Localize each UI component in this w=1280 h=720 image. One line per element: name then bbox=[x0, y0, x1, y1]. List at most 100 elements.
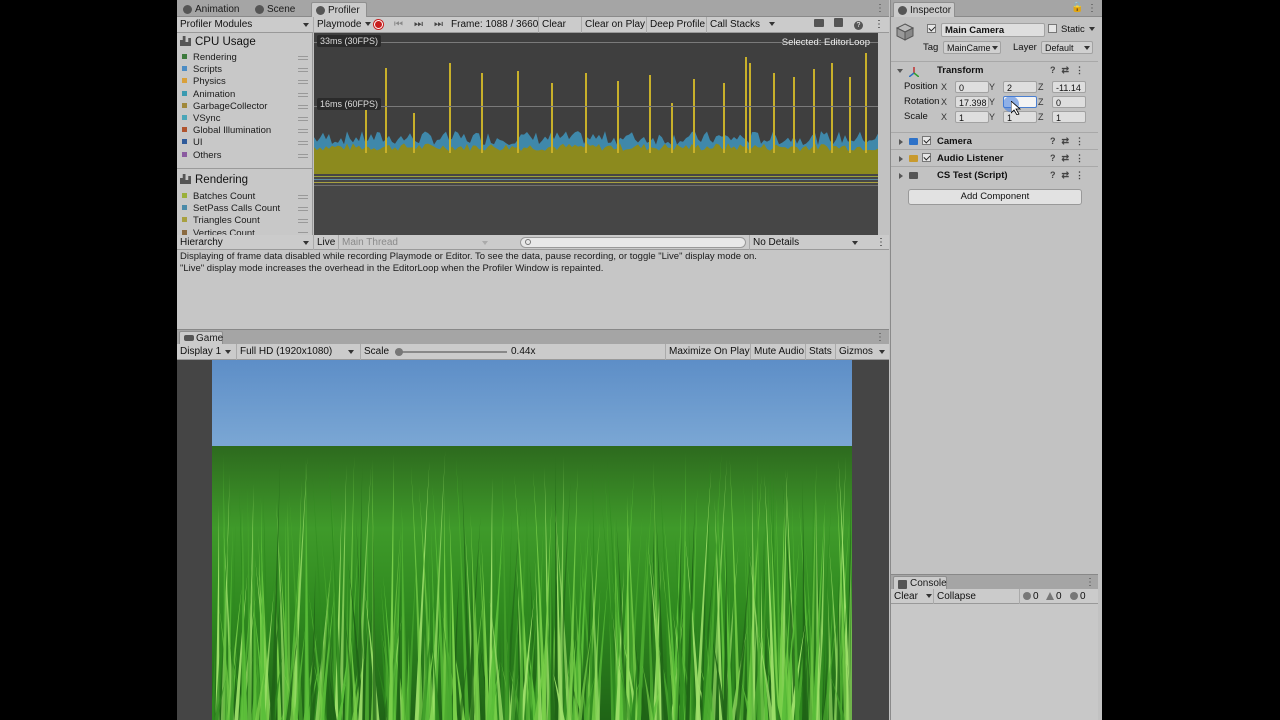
rotation-z-field[interactable]: 0 bbox=[1052, 96, 1086, 108]
module-item[interactable]: Vertices Count bbox=[182, 228, 255, 235]
component-header[interactable]: Audio Listener ?⇄⋮ bbox=[891, 149, 1098, 166]
drag-handle-icon[interactable] bbox=[298, 80, 308, 85]
game-menu-icon[interactable]: ⋮ bbox=[875, 333, 885, 343]
info-toggle[interactable]: 0 bbox=[1019, 589, 1042, 605]
x-axis-label[interactable]: X bbox=[941, 81, 947, 93]
drag-handle-icon[interactable] bbox=[298, 153, 308, 158]
transform-component-header[interactable]: Transform ?⇄⋮ bbox=[891, 61, 1098, 78]
profiler-modules-dropdown[interactable]: Profiler Modules bbox=[177, 17, 313, 33]
live-toggle[interactable]: Live bbox=[313, 235, 338, 251]
z-axis-label[interactable]: Z bbox=[1038, 111, 1044, 123]
save-button[interactable] bbox=[831, 17, 846, 33]
clear-button[interactable]: Clear bbox=[538, 17, 569, 33]
module-item[interactable]: VSync bbox=[182, 113, 220, 125]
component-actions[interactable]: ?⇄⋮ bbox=[1050, 150, 1090, 167]
component-header[interactable]: Camera ?⇄⋮ bbox=[891, 132, 1098, 149]
display-dropdown[interactable]: Display 1 bbox=[177, 344, 235, 360]
call-stacks-dropdown[interactable] bbox=[762, 17, 778, 33]
scale-slider-thumb[interactable] bbox=[395, 348, 403, 356]
tag-dropdown[interactable]: MainCame bbox=[943, 41, 1001, 54]
active-checkbox[interactable] bbox=[927, 24, 936, 35]
cpu-usage-module-header[interactable]: CPU Usage bbox=[180, 34, 256, 50]
x-axis-label[interactable]: X bbox=[941, 111, 947, 123]
component-enabled-checkbox[interactable] bbox=[922, 133, 931, 150]
warning-toggle[interactable]: 0 bbox=[1043, 589, 1065, 605]
component-header[interactable]: CS Test (Script) ?⇄⋮ bbox=[891, 166, 1098, 183]
position-z-field[interactable]: -11.14 bbox=[1052, 81, 1086, 93]
tab-game[interactable]: Game bbox=[179, 331, 223, 345]
rendering-graph[interactable] bbox=[314, 174, 878, 235]
next-frame-button[interactable]: ⏭ bbox=[411, 17, 426, 33]
module-item[interactable]: SetPass Calls Count bbox=[182, 203, 280, 215]
inspector-menu-icon[interactable]: ⋮ bbox=[1087, 4, 1097, 14]
search-input[interactable] bbox=[520, 237, 746, 248]
object-name-field[interactable]: Main Camera bbox=[941, 23, 1045, 37]
hierarchy-view-dropdown[interactable]: Hierarchy bbox=[177, 235, 313, 251]
drag-handle-icon[interactable] bbox=[298, 92, 308, 97]
x-axis-label[interactable]: X bbox=[941, 96, 947, 108]
module-item[interactable]: UI bbox=[182, 137, 203, 149]
module-item[interactable]: Batches Count bbox=[182, 191, 255, 203]
rendering-module-header[interactable]: Rendering bbox=[180, 172, 248, 188]
layer-dropdown[interactable]: Default bbox=[1041, 41, 1093, 54]
console-clear-button[interactable]: Clear bbox=[891, 589, 921, 605]
tab-console[interactable]: Console bbox=[893, 576, 947, 590]
drag-handle-icon[interactable] bbox=[298, 195, 308, 199]
first-frame-button[interactable]: ⏮ bbox=[391, 17, 406, 33]
resolution-dropdown[interactable]: Full HD (1920x1080) bbox=[236, 344, 358, 360]
module-item[interactable]: Scripts bbox=[182, 64, 222, 76]
error-toggle[interactable]: 0 bbox=[1067, 589, 1089, 605]
drag-handle-icon[interactable] bbox=[298, 141, 308, 146]
help-button[interactable]: ? bbox=[851, 17, 866, 33]
component-enabled-checkbox[interactable] bbox=[922, 150, 931, 167]
tab-scene[interactable]: Scene bbox=[251, 2, 301, 17]
module-item[interactable]: Animation bbox=[182, 89, 235, 101]
module-item[interactable]: Others bbox=[182, 150, 222, 162]
position-y-field[interactable]: 2 bbox=[1003, 81, 1037, 93]
game-render-viewport[interactable] bbox=[212, 360, 852, 720]
record-button[interactable] bbox=[371, 17, 387, 33]
drag-handle-icon[interactable] bbox=[298, 104, 308, 109]
component-actions[interactable]: ?⇄⋮ bbox=[1050, 167, 1090, 184]
console-log-area[interactable] bbox=[891, 604, 1098, 720]
module-item[interactable]: Global Illumination bbox=[182, 125, 271, 137]
position-x-field[interactable]: 0 bbox=[955, 81, 989, 93]
module-item[interactable]: Triangles Count bbox=[182, 215, 260, 227]
collapse-button[interactable]: Collapse bbox=[933, 589, 979, 605]
rotation-x-field[interactable]: 17.398 bbox=[955, 96, 989, 108]
lock-icon[interactable]: 🔒 bbox=[1071, 3, 1083, 13]
component-actions[interactable]: ?⇄⋮ bbox=[1050, 62, 1090, 79]
deep-profile-button[interactable]: Deep Profile bbox=[646, 17, 708, 33]
y-axis-label[interactable]: Y bbox=[989, 111, 995, 123]
stats-button[interactable]: Stats bbox=[805, 344, 835, 360]
cpu-usage-graph[interactable]: 33ms (30FPS) 16ms (60FPS) Selected: Edit… bbox=[314, 33, 878, 174]
call-stacks-button[interactable]: Call Stacks bbox=[706, 17, 763, 33]
mute-audio-button[interactable]: Mute Audio bbox=[750, 344, 807, 360]
module-item[interactable]: Physics bbox=[182, 76, 226, 88]
profiler-menu-button[interactable]: ⋮ bbox=[871, 17, 887, 33]
static-dropdown[interactable]: Static bbox=[1061, 23, 1095, 37]
drag-handle-icon[interactable] bbox=[298, 56, 308, 60]
z-axis-label[interactable]: Z bbox=[1038, 96, 1044, 108]
details-dropdown[interactable]: No Details bbox=[749, 235, 864, 251]
y-axis-label[interactable]: Y bbox=[989, 81, 995, 93]
gizmos-dropdown[interactable]: Gizmos bbox=[835, 344, 887, 360]
static-checkbox[interactable] bbox=[1048, 24, 1057, 35]
thread-dropdown[interactable]: Main Thread bbox=[338, 235, 494, 251]
drag-handle-icon[interactable] bbox=[298, 129, 308, 134]
scale-z-field[interactable]: 1 bbox=[1052, 111, 1086, 123]
last-frame-button[interactable]: ⏭ bbox=[431, 17, 446, 33]
console-menu-icon[interactable]: ⋮ bbox=[1085, 578, 1095, 588]
component-actions[interactable]: ?⇄⋮ bbox=[1050, 133, 1090, 150]
tab-menu-icon[interactable]: ⋮ bbox=[875, 4, 885, 14]
maximize-on-play-button[interactable]: Maximize On Play bbox=[665, 344, 753, 360]
z-axis-label[interactable]: Z bbox=[1038, 81, 1044, 93]
drag-handle-icon[interactable] bbox=[298, 68, 308, 73]
scale-slider[interactable] bbox=[395, 348, 507, 356]
tab-profiler[interactable]: Profiler bbox=[311, 2, 367, 17]
scale-x-field[interactable]: 1 bbox=[955, 111, 989, 123]
tab-inspector[interactable]: Inspector bbox=[893, 2, 955, 17]
clear-on-play-button[interactable]: Clear on Play bbox=[581, 17, 648, 33]
module-item[interactable]: GarbageCollector bbox=[182, 101, 267, 113]
y-axis-label[interactable]: Y bbox=[989, 96, 995, 108]
